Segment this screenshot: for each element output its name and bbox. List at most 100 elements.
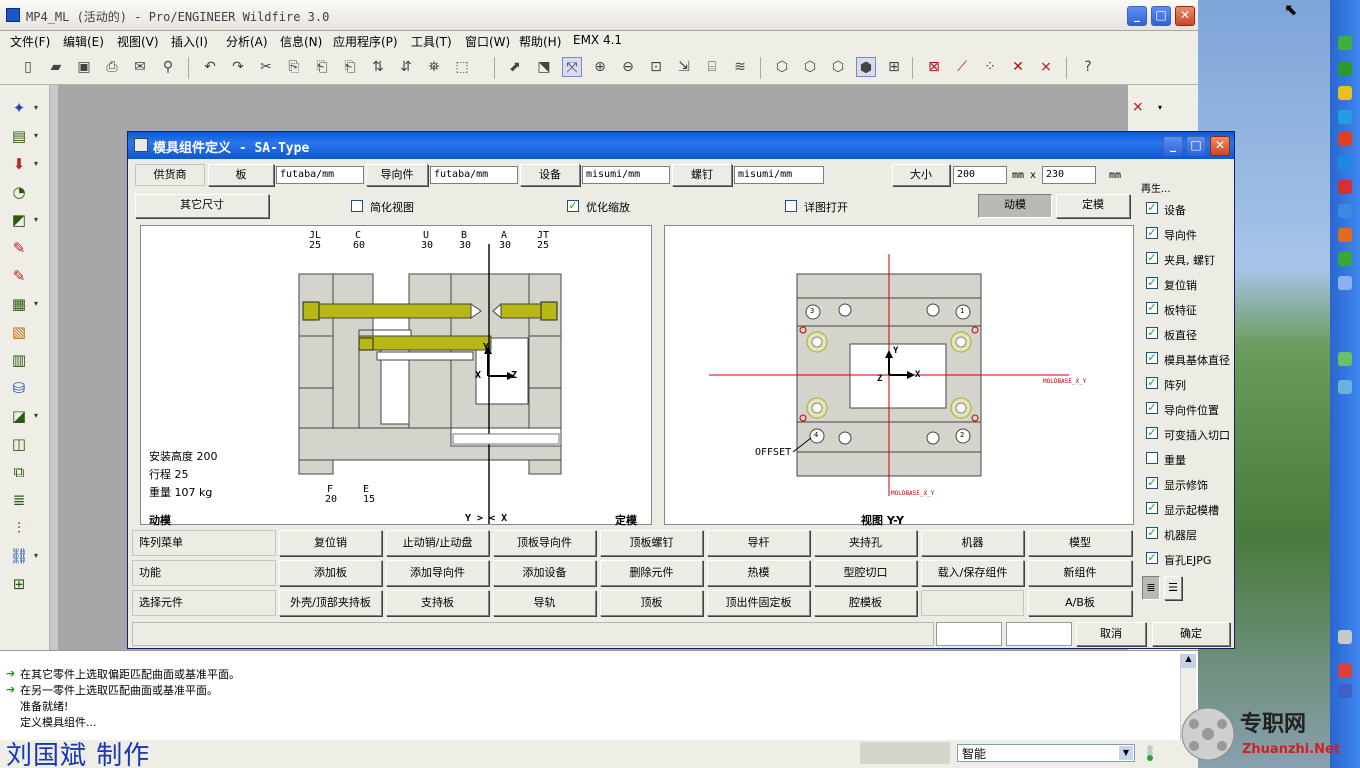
chevron-down-icon[interactable]: ▾ xyxy=(34,299,38,308)
sketch-icon[interactable]: ✎ xyxy=(8,237,30,259)
layers-icon[interactable]: ≋ xyxy=(730,57,750,77)
ejector-icon[interactable]: ≣ xyxy=(8,489,30,511)
plate-supplier-field[interactable]: futaba/mm xyxy=(276,166,364,184)
download-icon[interactable] xyxy=(1338,380,1352,394)
no-hidden-icon[interactable]: ⬡ xyxy=(828,57,848,77)
scroll-up-icon[interactable]: ▲ xyxy=(1181,654,1196,668)
regen-manager-icon[interactable]: ⇵ xyxy=(396,57,416,77)
list-view-icon[interactable]: ≣ xyxy=(1142,576,1160,600)
extrude-icon[interactable]: ▤ xyxy=(8,125,30,147)
datum-point-icon[interactable]: ⁘ xyxy=(980,57,1000,77)
select-box-icon[interactable]: ⬚ xyxy=(452,57,472,77)
new-feature-icon[interactable]: ✦ xyxy=(8,97,30,119)
cancel-button[interactable]: 取消 xyxy=(1076,622,1146,646)
clamp-plate-button[interactable]: 外壳/顶部夹持板 xyxy=(279,590,382,616)
media-icon[interactable] xyxy=(1338,180,1352,194)
ejector-screw-button[interactable]: 顶板螺钉 xyxy=(600,530,703,556)
reorient-icon[interactable]: ⇲ xyxy=(674,57,694,77)
model-tree-icon[interactable]: ⊞ xyxy=(884,57,904,77)
ejector-guide-button[interactable]: 顶板导向件 xyxy=(493,530,596,556)
stop-pin-button[interactable]: 止动销/止动盘 xyxy=(386,530,489,556)
refresh-icon[interactable] xyxy=(1338,62,1352,76)
shading-icon[interactable]: ⬢ xyxy=(856,57,876,77)
guide-button[interactable]: 导向件 xyxy=(366,164,428,186)
size-button[interactable]: 大小 xyxy=(892,164,950,186)
equipment-supplier-field[interactable]: misumi/mm xyxy=(582,166,670,184)
datum-axis-icon[interactable]: ⟋ xyxy=(952,57,972,77)
tray-icon[interactable] xyxy=(1338,664,1352,678)
chevron-down-icon[interactable]: ▾ xyxy=(34,159,38,168)
screw-button[interactable]: 螺钉 xyxy=(672,164,732,186)
chevron-down-icon[interactable]: ▾ xyxy=(34,131,38,140)
datum-curve-icon[interactable]: ✎ xyxy=(8,265,30,287)
optimized-zoom-checkbox[interactable]: ✓ xyxy=(567,200,579,212)
shield-icon[interactable] xyxy=(1338,36,1352,50)
zoom-in-icon[interactable]: ⊕ xyxy=(590,57,610,77)
dialog-close-button[interactable]: ✕ xyxy=(1210,136,1230,156)
messenger-icon[interactable] xyxy=(1338,204,1352,218)
waterline-icon[interactable]: ⛓ xyxy=(8,545,30,567)
zoom-out-icon[interactable]: ⊖ xyxy=(618,57,638,77)
show-desktop-icon[interactable] xyxy=(1338,352,1352,366)
paste-icon[interactable]: ⎗ xyxy=(312,57,332,77)
detail-open-checkbox[interactable] xyxy=(785,200,797,212)
wireframe-icon[interactable]: ⬡ xyxy=(772,57,792,77)
chevron-down-icon[interactable]: ▾ xyxy=(34,103,38,112)
fixed-half-button[interactable]: 定模 xyxy=(1056,194,1130,218)
layout-icon[interactable]: ◪ xyxy=(8,405,30,427)
saved-views-icon[interactable]: ⌸ xyxy=(702,57,722,77)
equipment-button[interactable]: 设备 xyxy=(520,164,580,186)
chevron-down-icon[interactable]: ▾ xyxy=(1158,103,1162,112)
new-icon[interactable]: ▯ xyxy=(18,57,38,77)
coordinate-system-icon[interactable]: ✕ xyxy=(1008,57,1028,77)
screw-supplier-field[interactable]: misumi/mm xyxy=(734,166,824,184)
chevron-down-icon[interactable]: ▾ xyxy=(34,551,38,560)
detail-view-icon[interactable]: ☰ xyxy=(1164,576,1182,600)
clamp-hole-button[interactable]: 夹持孔 xyxy=(814,530,917,556)
option-checkbox[interactable]: ✓ xyxy=(1146,252,1158,264)
datum-plane-icon[interactable]: ⊠ xyxy=(924,57,944,77)
option-checkbox[interactable]: ✓ xyxy=(1146,327,1158,339)
close-button[interactable]: ✕ xyxy=(1175,6,1195,26)
moldbase-icon[interactable]: ⊞ xyxy=(8,573,30,595)
split-icon[interactable]: ⧉ xyxy=(8,461,30,483)
minimize-button[interactable]: _ xyxy=(1127,6,1147,26)
ejector-plate-button[interactable]: 顶板 xyxy=(600,590,703,616)
add-guide-button[interactable]: 添加导向件 xyxy=(386,560,489,586)
open-icon[interactable]: ▰ xyxy=(46,57,66,77)
chevron-down-icon[interactable]: ▼ xyxy=(1119,746,1133,760)
draft-icon[interactable]: ◩ xyxy=(8,209,30,231)
ok-button[interactable]: 确定 xyxy=(1152,622,1230,646)
option-checkbox[interactable] xyxy=(1146,452,1158,464)
delete-component-button[interactable]: 删除元件 xyxy=(600,560,703,586)
app-icon[interactable] xyxy=(1338,132,1352,146)
cavity-cut-button[interactable]: 型腔切口 xyxy=(814,560,917,586)
option-checkbox[interactable]: ✓ xyxy=(1146,277,1158,289)
menu-view[interactable]: 视图(V) xyxy=(117,33,159,50)
option-checkbox[interactable]: ✓ xyxy=(1146,302,1158,314)
browser-icon[interactable] xyxy=(1338,110,1352,124)
csys-icon[interactable]: ⨯ xyxy=(1132,99,1144,115)
orient-icon[interactable]: ⬔ xyxy=(534,57,554,77)
ab-plate-button[interactable]: A/B板 xyxy=(1028,590,1132,616)
filter-select[interactable]: 智能 ▼ xyxy=(957,744,1135,762)
top-view-panel[interactable]: 3 1 4 2 Y X Z OFFSET MOLDBASE_X_Y MOLDBA… xyxy=(664,225,1134,527)
keyboard-icon[interactable] xyxy=(1338,630,1352,644)
option-checkbox[interactable]: ✓ xyxy=(1146,477,1158,489)
size-width-field[interactable]: 200 xyxy=(953,166,1007,184)
find-icon[interactable]: ⛯ xyxy=(424,57,444,77)
security-icon[interactable] xyxy=(1338,252,1352,266)
size-height-field[interactable]: 230 xyxy=(1042,166,1096,184)
menu-window[interactable]: 窗口(W) xyxy=(465,33,510,50)
menu-insert[interactable]: 插入(I) xyxy=(171,33,208,50)
simplified-view-checkbox[interactable] xyxy=(351,200,363,212)
model-button[interactable]: 模型 xyxy=(1028,530,1132,556)
network-icon[interactable] xyxy=(1338,156,1352,170)
maximize-button[interactable]: □ xyxy=(1151,6,1171,26)
menu-analysis[interactable]: 分析(A) xyxy=(226,33,268,50)
machine-button[interactable]: 机器 xyxy=(921,530,1024,556)
dialog-maximize-button[interactable]: □ xyxy=(1186,136,1206,156)
redo-icon[interactable]: ↷ xyxy=(228,57,248,77)
tray-icon[interactable] xyxy=(1338,684,1352,698)
network-places-icon[interactable] xyxy=(1338,276,1352,290)
